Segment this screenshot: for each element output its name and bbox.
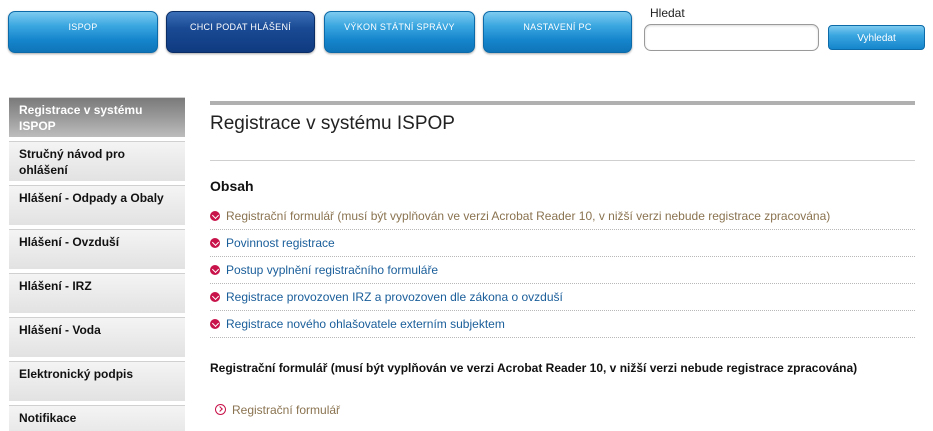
sidebar-item-odpady-obaly[interactable]: Hlášení - Odpady a Obaly [9, 185, 185, 225]
title-divider [210, 160, 915, 161]
contents-heading: Obsah [210, 178, 254, 194]
page-title: Registrace v systému ISPOP [210, 113, 455, 134]
sidebar-item-registrace[interactable]: Registrace v systému ISPOP [9, 97, 185, 137]
chevron-down-circle-icon [210, 238, 220, 248]
tab-ispop[interactable]: ISPOP [8, 11, 158, 53]
section-heading: Registrační formulář (musí být vyplňován… [210, 361, 858, 375]
toc-link-postup-vyplneni[interactable]: Postup vyplnění registračního formuláře [210, 257, 915, 284]
toc-link-label: Registrační formulář (musí být vyplňován… [226, 209, 831, 223]
sidebar-item-notifikace[interactable]: Notifikace [9, 405, 185, 431]
chevron-down-circle-icon [210, 211, 220, 221]
toc-link-registrace-noveho-ohlasovatele[interactable]: Registrace nového ohlašovatele externím … [210, 311, 915, 338]
chevron-right-circle-icon [215, 404, 226, 415]
chevron-down-circle-icon [210, 292, 220, 302]
chevron-down-circle-icon [210, 319, 220, 329]
tab-vykon-statni-spravy[interactable]: VÝKON STÁTNÍ SPRÁVY [324, 11, 475, 53]
search-label: Hledat [650, 6, 685, 20]
tab-chci-podat-hlaseni[interactable]: CHCI PODAT HLÁŠENÍ [166, 11, 315, 53]
toc-link-povinnost-registrace[interactable]: Povinnost registrace [210, 230, 915, 257]
sidebar-item-elektronicky-podpis[interactable]: Elektronický podpis [9, 361, 185, 401]
search-input[interactable] [644, 24, 819, 51]
download-link-label: Registrační formulář [232, 403, 341, 417]
toc-link-registracni-formular[interactable]: Registrační formulář (musí být vyplňován… [210, 203, 915, 230]
sidebar-item-ovzdusi[interactable]: Hlášení - Ovzduší [9, 229, 185, 269]
top-divider [210, 101, 915, 105]
download-link-registracni-formular[interactable]: Registrační formulář [215, 403, 340, 417]
chevron-down-circle-icon [210, 265, 220, 275]
search-button[interactable]: Vyhledat [828, 25, 925, 50]
toc-link-label: Registrace nového ohlašovatele externím … [226, 317, 505, 331]
toc-link-label: Postup vyplnění registračního formuláře [226, 263, 439, 277]
sidebar-item-voda[interactable]: Hlášení - Voda [9, 317, 185, 357]
toc-link-registrace-provozoven[interactable]: Registrace provozoven IRZ a provozoven d… [210, 284, 915, 311]
toc-link-label: Registrace provozoven IRZ a provozoven d… [226, 290, 563, 304]
toc-link-label: Povinnost registrace [226, 236, 335, 250]
sidebar-item-strucny-navod[interactable]: Stručný návod pro ohlášení [9, 141, 185, 181]
sidebar-item-irz[interactable]: Hlášení - IRZ [9, 273, 185, 313]
tab-nastaveni-pc[interactable]: NASTAVENÍ PC [483, 11, 632, 53]
